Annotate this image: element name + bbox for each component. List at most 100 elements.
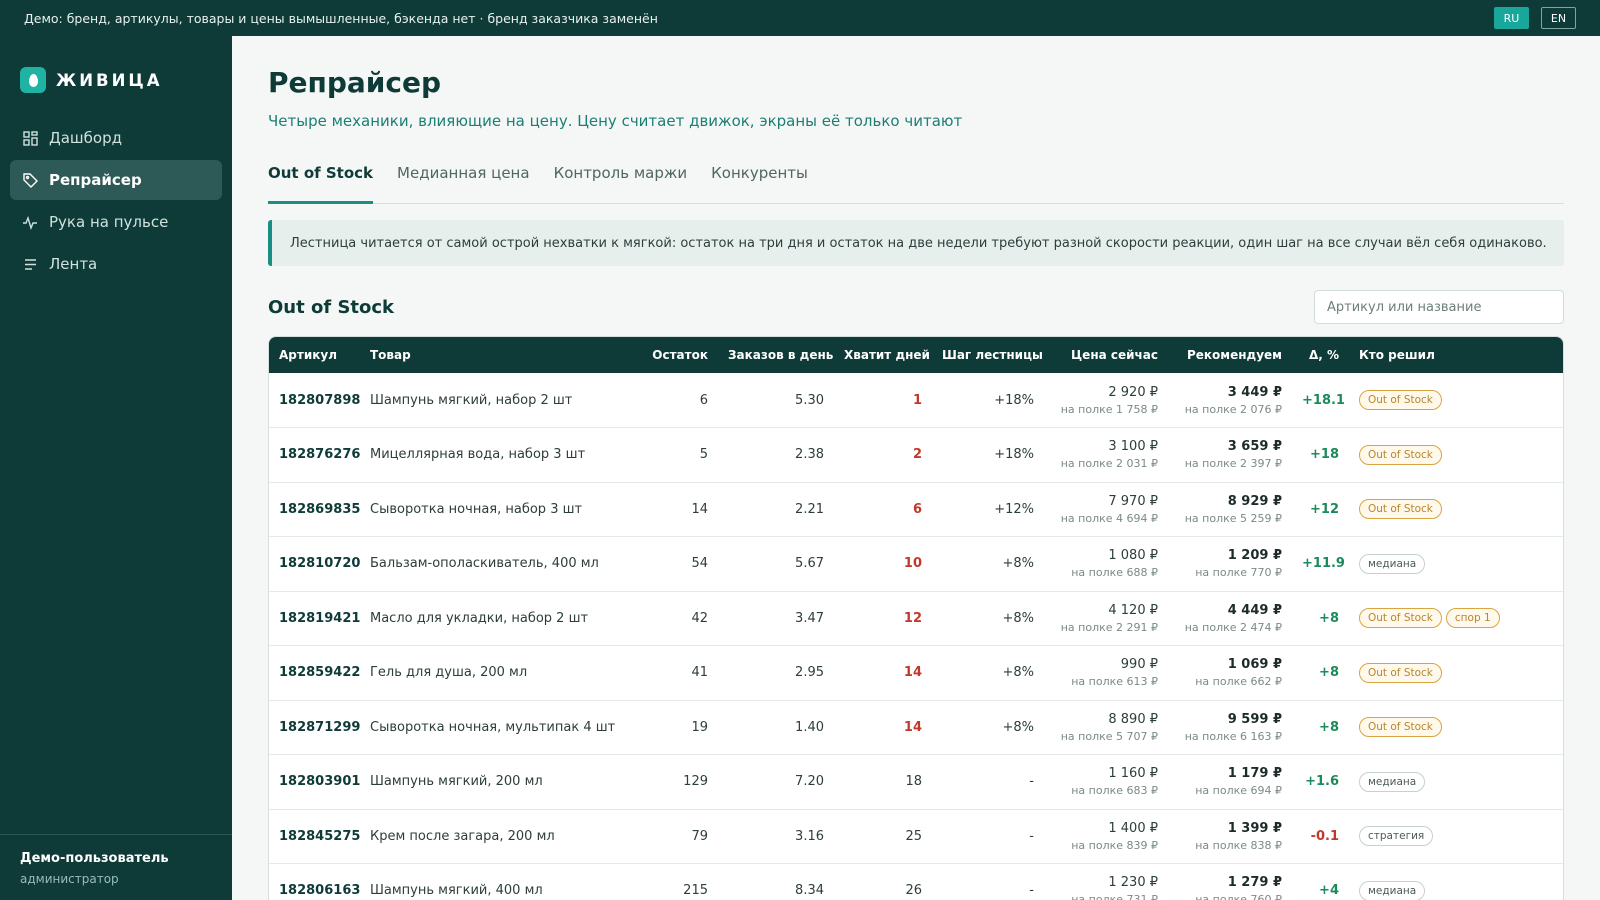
price-now-cell: 1 400 ₽ на полке 839 ₽	[1044, 809, 1168, 864]
sku-cell[interactable]: 182810720	[269, 536, 360, 592]
user-role: администратор	[20, 872, 119, 886]
tag-icon	[22, 172, 38, 188]
search-input[interactable]	[1314, 290, 1564, 324]
recommend-value: 1 209 ₽	[1227, 548, 1282, 564]
table-row[interactable]: 182859422 Гель для душа, 200 мл 41 2.95 14 +8…	[269, 645, 1563, 701]
tab-competitors[interactable]: Конкуренты	[711, 162, 808, 204]
col-header-sku[interactable]: Артикул	[269, 337, 360, 373]
main-content: Репрайсер Четыре механики, влияющие на ц…	[232, 36, 1600, 900]
col-header-days[interactable]: Хватит дней	[834, 337, 932, 373]
sidebar-item-repricer[interactable]: Репрайсер	[10, 160, 222, 200]
table-header-row: Артикул Товар Остаток Заказов в день Хва…	[269, 337, 1563, 373]
sku-cell[interactable]: 182845275	[269, 809, 360, 864]
price-now-shelf: на полке 5 707 ₽	[1060, 729, 1158, 743]
price-now-shelf: на полке 683 ₽	[1071, 784, 1158, 798]
recommend-cell: 1 179 ₽ на полке 694 ₽	[1168, 754, 1292, 810]
table-row[interactable]: 182810720 Бальзам-ополаскиватель, 400 мл 5…	[269, 536, 1563, 592]
lang-en-button[interactable]: EN	[1541, 7, 1576, 29]
recommend-value: 8 929 ₽	[1227, 493, 1282, 509]
delta-cell: +8	[1292, 700, 1349, 755]
recommend-value: 1 399 ₽	[1227, 820, 1282, 836]
page-subtitle: Четыре механики, влияющие на цену. Цену …	[268, 112, 963, 130]
sku-cell[interactable]: 182803901	[269, 754, 360, 810]
sidebar-item-dashboard[interactable]: Дашборд	[10, 118, 222, 158]
sidebar-item-pulse[interactable]: Рука на пульсе	[10, 202, 222, 242]
table-row[interactable]: 182876276 Мицеллярная вода, набор 3 шт 5 2.…	[269, 427, 1563, 483]
price-now-cell: 4 120 ₽ на полке 2 291 ₽	[1044, 591, 1168, 646]
col-header-price-now[interactable]: Цена сейчас	[1044, 337, 1168, 373]
dispute-badge[interactable]: спор 1	[1445, 608, 1500, 629]
table-row[interactable]: 182803901 Шампунь мягкий, 200 мл 129 7.20 18…	[269, 754, 1563, 810]
lang-ru-button[interactable]: RU	[1494, 7, 1529, 29]
recommend-value: 4 449 ₽	[1227, 602, 1282, 618]
tab-margin-control[interactable]: Контроль маржи	[554, 162, 688, 204]
recommend-value: 9 599 ₽	[1227, 711, 1282, 727]
col-header-stock[interactable]: Остаток	[618, 337, 718, 373]
stock-cell: 54	[618, 536, 718, 592]
recommend-value: 1 069 ₽	[1227, 657, 1282, 673]
col-header-product[interactable]: Товар	[360, 337, 618, 373]
orders-cell: 8.34	[718, 863, 834, 900]
col-header-step[interactable]: Шаг лестницы	[932, 337, 1044, 373]
user-panel[interactable]: Демо-пользователь администратор	[0, 834, 232, 900]
delta-cell: +8	[1292, 645, 1349, 701]
col-header-who[interactable]: Кто решил	[1349, 337, 1563, 373]
step-cell: +12%	[932, 482, 1044, 537]
sku-cell[interactable]: 182806163	[269, 863, 360, 900]
price-now-shelf: на полке 613 ₽	[1071, 675, 1158, 689]
price-now-value: 1 400 ₽	[1108, 820, 1158, 836]
section-header: Out of Stock	[268, 290, 1564, 324]
orders-cell: 5.67	[718, 536, 834, 592]
step-cell: +8%	[932, 536, 1044, 592]
repricer-table: Артикул Товар Остаток Заказов в день Хва…	[268, 336, 1564, 900]
days-cell: 6	[834, 482, 932, 537]
decision-badge: медиана	[1359, 880, 1426, 900]
tab-out-of-stock[interactable]: Out of Stock	[268, 162, 374, 204]
sidebar-item-label: Репрайсер	[49, 171, 142, 189]
col-header-recommend[interactable]: Рекомендуем	[1168, 337, 1292, 373]
sku-cell[interactable]: 182807898	[269, 373, 360, 428]
col-header-orders[interactable]: Заказов в день	[718, 337, 834, 373]
step-cell: +18%	[932, 427, 1044, 483]
decision-badge: Out of Stock	[1359, 390, 1442, 410]
sidebar-item-label: Лента	[49, 255, 98, 273]
sku-cell[interactable]: 182876276	[269, 427, 360, 483]
decision-badge: стратегия	[1359, 826, 1434, 847]
price-now-value: 4 120 ₽	[1108, 602, 1158, 618]
sidebar-item-feed[interactable]: Лента	[10, 244, 222, 284]
recommend-value: 3 449 ₽	[1227, 384, 1282, 400]
sku-cell[interactable]: 182871299	[269, 700, 360, 755]
tab-median-price[interactable]: Медианная цена	[397, 162, 530, 204]
table-row[interactable]: 182871299 Сыворотка ночная, мультипак 4 ш…	[269, 700, 1563, 755]
table-row[interactable]: 182807898 Шампунь мягкий, набор 2 шт 6 5.30…	[269, 373, 1563, 428]
product-cell: Сыворотка ночная, набор 3 шт	[360, 482, 618, 537]
days-cell: 25	[834, 809, 932, 864]
info-callout: Лестница читается от самой острой нехват…	[268, 220, 1564, 266]
delta-cell: +1.6	[1292, 754, 1349, 810]
table-row[interactable]: 182869835 Сыворотка ночная, набор 3 шт 14 2…	[269, 482, 1563, 537]
brand[interactable]: ЖИВИЦА	[0, 36, 232, 104]
recommend-value: 1 179 ₽	[1227, 766, 1282, 782]
col-header-delta[interactable]: Δ, %	[1292, 337, 1349, 373]
decision-badge: медиана	[1359, 553, 1426, 574]
recommend-shelf: на полке 838 ₽	[1195, 838, 1282, 852]
product-cell: Масло для укладки, набор 2 шт	[360, 591, 618, 646]
price-now-value: 3 100 ₽	[1108, 439, 1158, 455]
price-now-shelf: на полке 731 ₽	[1071, 893, 1158, 900]
who-cell: Out of Stock	[1349, 373, 1563, 428]
table-row[interactable]: 182806163 Шампунь мягкий, 400 мл 215 8.34 26…	[269, 863, 1563, 900]
sku-cell[interactable]: 182819421	[269, 591, 360, 646]
table-row[interactable]: 182819421 Масло для укладки, набор 2 шт 42…	[269, 591, 1563, 646]
step-cell: +8%	[932, 645, 1044, 701]
product-cell: Шампунь мягкий, набор 2 шт	[360, 373, 618, 428]
who-cell: Out of Stock спор 1	[1349, 591, 1563, 646]
recommend-shelf: на полке 770 ₽	[1195, 566, 1282, 580]
who-cell: стратегия	[1349, 809, 1563, 864]
orders-cell: 2.21	[718, 482, 834, 537]
days-cell: 26	[834, 863, 932, 900]
days-cell: 14	[834, 700, 932, 755]
sku-cell[interactable]: 182869835	[269, 482, 360, 537]
decision-badge: Out of Stock	[1359, 444, 1442, 465]
table-row[interactable]: 182845275 Крем после загара, 200 мл 79 3.16…	[269, 809, 1563, 864]
sku-cell[interactable]: 182859422	[269, 645, 360, 701]
